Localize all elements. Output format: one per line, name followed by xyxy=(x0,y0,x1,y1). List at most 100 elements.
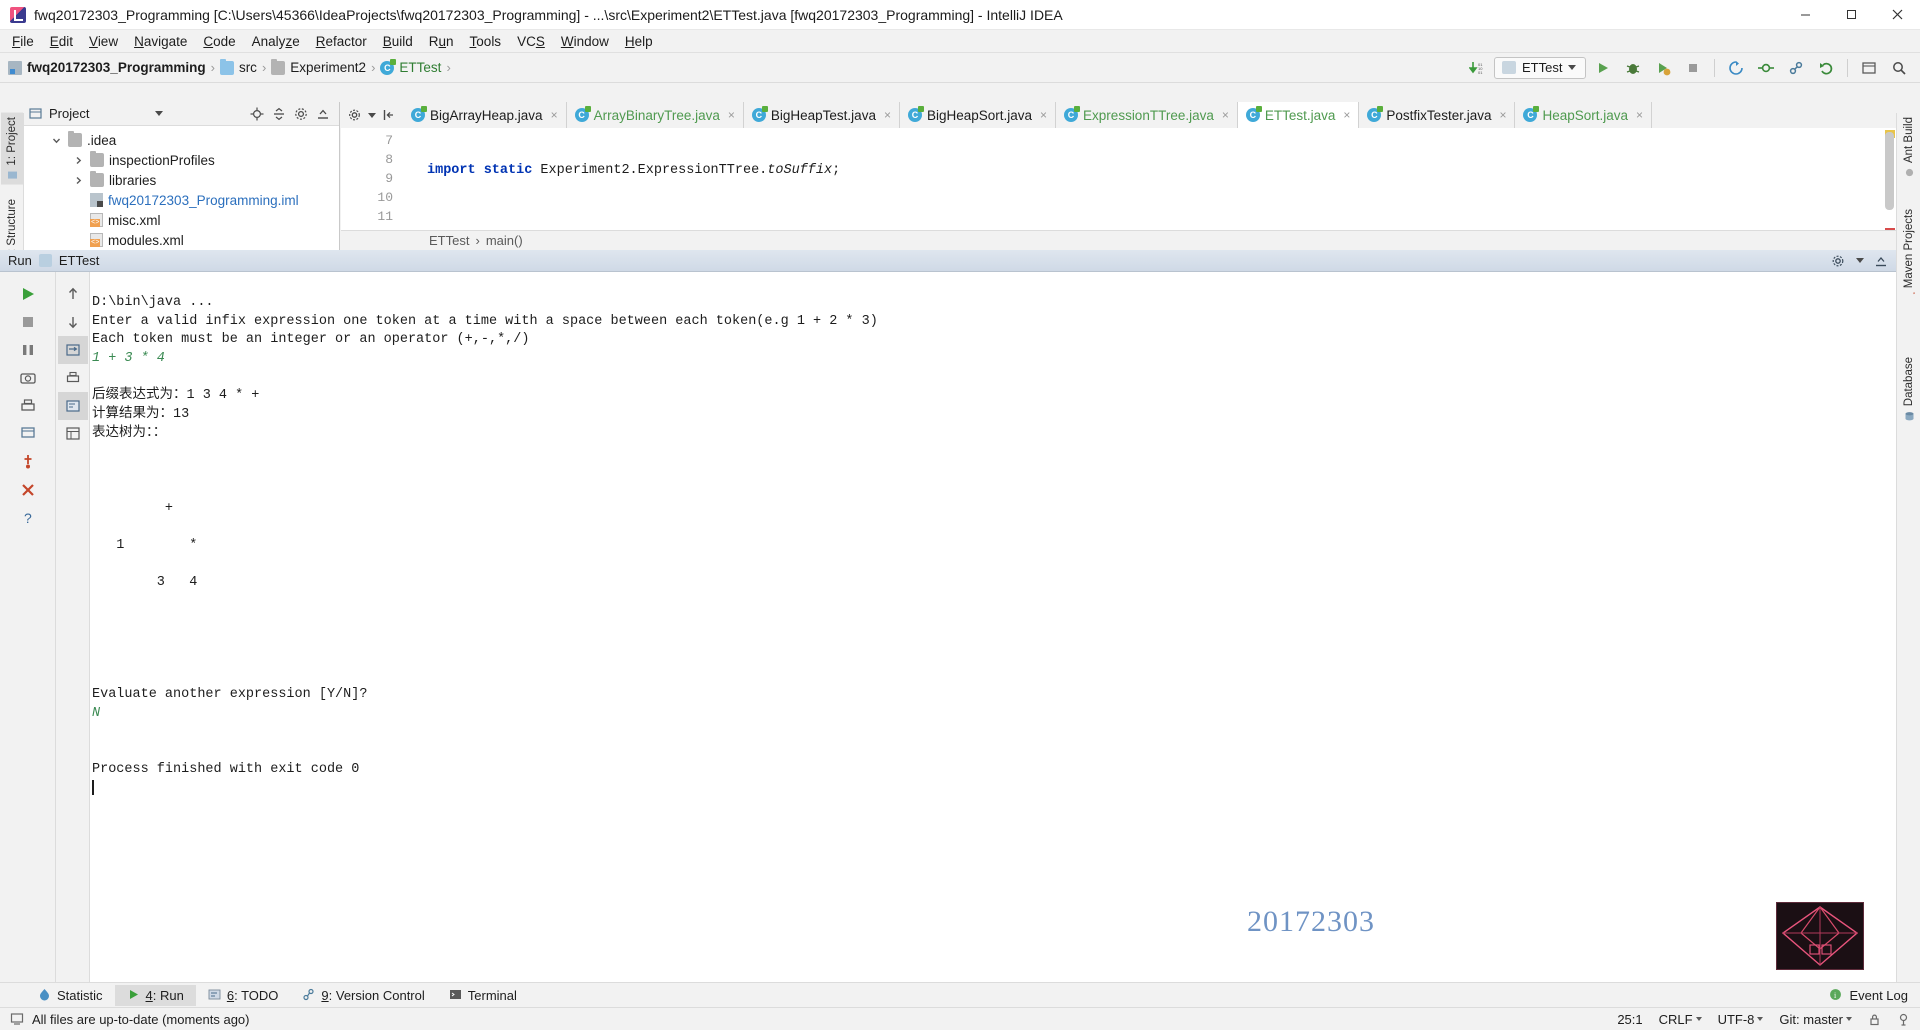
chevron-right-icon[interactable] xyxy=(72,174,85,187)
chevron-down-icon[interactable] xyxy=(368,112,376,118)
menu-run[interactable]: Run xyxy=(421,32,462,51)
git-branch[interactable]: Git: master xyxy=(1779,1012,1852,1027)
close-icon[interactable]: × xyxy=(1499,108,1506,122)
sidebar-item-database[interactable]: Database xyxy=(1898,353,1920,425)
line-separator[interactable]: CRLF xyxy=(1659,1012,1702,1027)
settings-icon[interactable] xyxy=(1856,56,1882,80)
close-icon[interactable]: × xyxy=(1040,108,1047,122)
search-icon[interactable] xyxy=(1886,56,1912,80)
menu-tools[interactable]: Tools xyxy=(462,32,510,51)
git-update-icon[interactable] xyxy=(1723,56,1749,80)
run-config-name[interactable]: ETTest xyxy=(59,253,99,268)
sidebar-item-ant-build[interactable]: Ant Build xyxy=(1898,113,1920,182)
tree-item-libraries[interactable]: libraries xyxy=(24,170,339,190)
tab-bigheapsort[interactable]: C BigHeapSort.java × xyxy=(899,102,1057,128)
maximize-button[interactable] xyxy=(1828,0,1874,30)
menu-code[interactable]: Code xyxy=(195,32,243,51)
event-log-button[interactable]: i Event Log xyxy=(1829,988,1920,1003)
tab-arraybinarytree[interactable]: C ArrayBinaryTree.java × xyxy=(566,102,744,128)
inspection-icon[interactable] xyxy=(1897,1013,1910,1026)
tree-item-idea[interactable]: .idea xyxy=(24,130,339,150)
run-button[interactable] xyxy=(1590,56,1616,80)
code-text[interactable]: import static Experiment2.ExpressionTTre… xyxy=(399,128,1896,230)
chevron-down-icon[interactable] xyxy=(155,111,164,116)
close-button[interactable] xyxy=(1874,0,1920,30)
export-icon[interactable] xyxy=(13,420,43,448)
tree-item-misc-xml[interactable]: misc.xml xyxy=(24,210,339,230)
breadcrumb-method[interactable]: main() xyxy=(486,233,523,248)
menu-view[interactable]: View xyxy=(81,32,126,51)
menu-build[interactable]: Build xyxy=(375,32,421,51)
menu-file[interactable]: FFileile xyxy=(4,32,42,51)
soft-wrap-icon[interactable] xyxy=(57,336,88,364)
tab-bigarrayheap[interactable]: C BigArrayHeap.java × xyxy=(403,102,567,128)
breadcrumb-module[interactable]: fwq20172303_Programming xyxy=(6,60,208,75)
help-icon[interactable]: ? xyxy=(13,504,43,532)
tree-item-modules-xml[interactable]: modules.xml xyxy=(24,230,339,250)
breadcrumb-class[interactable]: ETTest xyxy=(429,233,469,248)
git-commit-icon[interactable] xyxy=(1753,56,1779,80)
code-editor[interactable]: 7 8 9 10 11 12 13 import static Experime… xyxy=(341,128,1896,230)
run-coverage-button[interactable] xyxy=(1650,56,1676,80)
run-configuration-selector[interactable]: ETTest xyxy=(1494,56,1586,79)
menu-refactor[interactable]: Refactor xyxy=(308,32,375,51)
close-icon[interactable] xyxy=(13,476,43,504)
menu-navigate[interactable]: Navigate xyxy=(126,32,195,51)
minimize-button[interactable] xyxy=(1782,0,1828,30)
stop-icon[interactable] xyxy=(13,308,43,336)
tab-todo[interactable]: 6: TODO xyxy=(196,985,291,1006)
lock-icon[interactable] xyxy=(1868,1013,1881,1026)
close-icon[interactable]: × xyxy=(1343,108,1350,122)
chevron-down-icon[interactable] xyxy=(1856,258,1864,263)
console-icon[interactable] xyxy=(57,392,88,420)
hide-icon[interactable] xyxy=(316,107,330,121)
tab-postfixtester[interactable]: C PostfixTester.java × xyxy=(1359,102,1516,128)
editor-marker-error[interactable] xyxy=(1885,228,1895,230)
settings-icon[interactable] xyxy=(348,108,362,122)
pin-icon[interactable] xyxy=(13,448,43,476)
menu-vcs[interactable]: VCS xyxy=(509,32,553,51)
stop-button[interactable] xyxy=(1680,56,1706,80)
tab-expressionttree[interactable]: C ExpressionTTree.java × xyxy=(1056,102,1238,128)
close-icon[interactable]: × xyxy=(1636,108,1643,122)
close-icon[interactable]: × xyxy=(884,108,891,122)
tab-version-control[interactable]: 9: Version Control xyxy=(290,985,436,1006)
close-icon[interactable]: × xyxy=(728,108,735,122)
menu-window[interactable]: Window xyxy=(553,32,617,51)
tab-statistic[interactable]: Statistic xyxy=(26,985,115,1006)
print-icon[interactable] xyxy=(13,392,43,420)
tab-bigheaptest[interactable]: C BigHeapTest.java × xyxy=(743,102,900,128)
pause-icon[interactable] xyxy=(13,336,43,364)
git-push-icon[interactable] xyxy=(1783,56,1809,80)
scroll-up-icon[interactable] xyxy=(58,280,88,308)
undo-icon[interactable] xyxy=(1813,56,1839,80)
settings-icon[interactable] xyxy=(294,107,308,121)
file-encoding[interactable]: UTF-8 xyxy=(1718,1012,1764,1027)
tab-ettest[interactable]: C ETTest.java × xyxy=(1237,102,1360,128)
hide-icon[interactable] xyxy=(382,108,396,122)
caret-position[interactable]: 25:1 xyxy=(1617,1012,1642,1027)
editor-scrollbar[interactable] xyxy=(1885,132,1894,210)
collapse-all-icon[interactable] xyxy=(272,107,286,121)
sidebar-item-maven-projects[interactable]: m Maven Projects xyxy=(1898,205,1920,307)
tree-item-inspectionprofiles[interactable]: inspectionProfiles xyxy=(24,150,339,170)
chevron-right-icon[interactable] xyxy=(72,154,85,167)
tab-heapsort[interactable]: C HeapSort.java × xyxy=(1515,102,1653,128)
breadcrumb-experiment2[interactable]: Experiment2 xyxy=(269,58,368,75)
breadcrumb-ettest[interactable]: C ETTest xyxy=(378,58,443,75)
tree-item-iml[interactable]: fwq20172303_Programming.iml xyxy=(24,190,339,210)
camera-icon[interactable] xyxy=(13,364,43,392)
close-icon[interactable]: × xyxy=(551,108,558,122)
menu-edit[interactable]: Edit xyxy=(42,32,81,51)
tab-terminal[interactable]: Terminal xyxy=(437,985,529,1006)
sidebar-item-project[interactable]: 1: Project xyxy=(1,113,23,185)
filter-icon[interactable] xyxy=(58,420,88,448)
debug-button[interactable] xyxy=(1620,56,1646,80)
update-project-icon[interactable]: 01 10 01 xyxy=(1464,56,1490,80)
tab-run[interactable]: 4: Run xyxy=(114,984,196,1006)
chevron-down-icon[interactable] xyxy=(50,134,63,147)
menu-analyze[interactable]: Analyze xyxy=(244,32,308,51)
rerun-icon[interactable] xyxy=(13,280,43,308)
menu-help[interactable]: Help xyxy=(617,32,661,51)
settings-icon[interactable] xyxy=(1832,254,1846,268)
